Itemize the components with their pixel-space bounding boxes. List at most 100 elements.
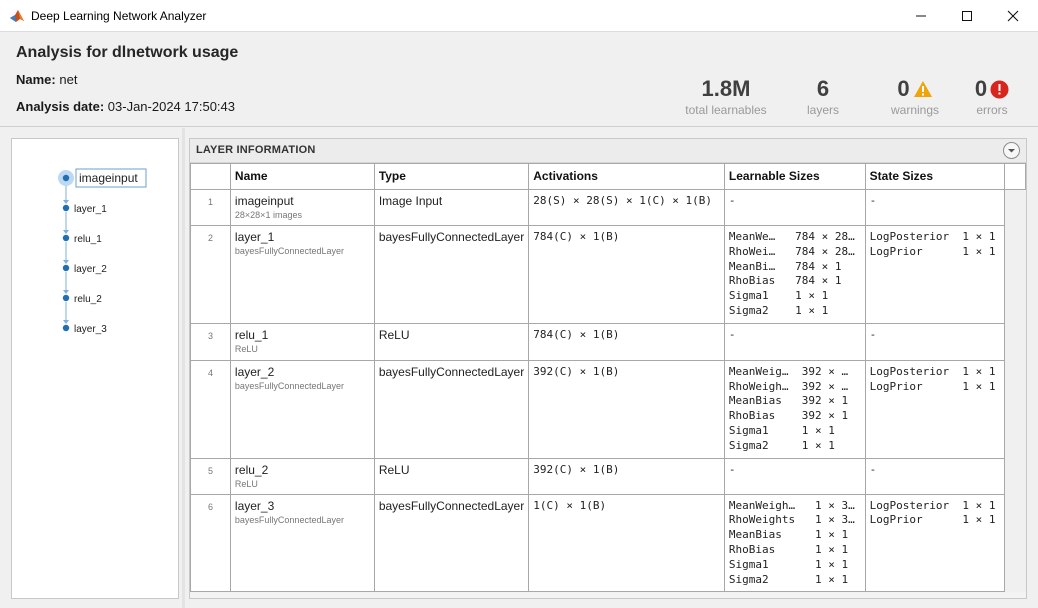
graph-node-label[interactable]: relu_1 bbox=[74, 234, 102, 245]
stat-warnings[interactable]: 0 warnings bbox=[885, 76, 945, 117]
title-bar: Deep Learning Network Analyzer bbox=[0, 0, 1038, 32]
row-index: 6 bbox=[190, 493, 231, 593]
network-name: Name: net bbox=[16, 72, 77, 87]
graph-node[interactable] bbox=[62, 204, 70, 212]
layer-activations: 784(C) × 1(B) bbox=[528, 322, 725, 361]
graph-node[interactable] bbox=[62, 234, 70, 242]
layer-state-sizes: - bbox=[864, 457, 1006, 495]
graph-node[interactable] bbox=[62, 294, 70, 302]
table-row[interactable]: 3 relu_1 ReLU ReLU 784(C) × 1(B) - - bbox=[190, 322, 1026, 361]
layer-type: Image Input bbox=[373, 189, 530, 226]
graph-edge-arrow bbox=[63, 320, 69, 324]
layer-learnable-sizes: MeanWe… 784 × 28… RhoWei… 784 × 28… Mean… bbox=[723, 225, 866, 324]
layer-learnable-sizes: MeanWeig… 392 × … RhoWeigh… 392 × … Mean… bbox=[723, 359, 866, 459]
layer-learnable-sizes: - bbox=[723, 457, 866, 495]
layer-subtitle: bayesFullyConnectedLayer bbox=[234, 380, 344, 391]
close-button[interactable] bbox=[990, 0, 1036, 31]
layer-subtitle: bayesFullyConnectedLayer bbox=[234, 246, 344, 256]
layer-information-panel: LAYER INFORMATION Name Type Activations … bbox=[189, 138, 1027, 599]
layer-name-cell: layer_3 bayesFullyConnectedLayer bbox=[229, 493, 375, 593]
maximize-button[interactable] bbox=[944, 0, 990, 31]
layer-type: bayesFullyConnectedLayer bbox=[373, 225, 530, 324]
learnables-count: 1.8M bbox=[701, 76, 751, 101]
network-graph[interactable]: imageinput layer_1 relu_1 layer_2 relu_2laye… bbox=[12, 139, 178, 598]
layer-name: imageinput bbox=[234, 194, 294, 208]
graph-edge-arrow bbox=[63, 200, 69, 204]
column-filler bbox=[1004, 189, 1026, 226]
column-filler bbox=[1004, 494, 1026, 592]
column-header-state-sizes[interactable]: State Sizes bbox=[864, 163, 1006, 190]
column-header-learnable-sizes[interactable]: Learnable Sizes bbox=[723, 163, 866, 190]
column-filler bbox=[1004, 323, 1026, 361]
layer-subtitle: ReLU bbox=[234, 478, 258, 489]
column-header-activations[interactable]: Activations bbox=[528, 163, 725, 190]
layer-state-sizes: LogPosterior 1 × 1 LogPrior 1 × 1 bbox=[864, 359, 1006, 459]
table-row[interactable]: 5 relu_2 ReLU ReLU 392(C) × 1(B) - - bbox=[190, 457, 1026, 495]
layer-activations: 392(C) × 1(B) bbox=[528, 359, 725, 459]
errors-count: 0 bbox=[974, 76, 988, 101]
table-row[interactable]: 4 layer_2 bayesFullyConnectedLayer bayesFul… bbox=[190, 359, 1026, 459]
layer-subtitle: bayesFullyConnectedLayer bbox=[234, 514, 344, 525]
layer-learnable-sizes: - bbox=[723, 189, 866, 226]
layer-name-cell: relu_1 ReLU bbox=[229, 322, 375, 361]
graph-node-label[interactable]: layer_2 bbox=[74, 264, 107, 275]
layer-learnable-sizes: - bbox=[723, 322, 866, 361]
error-icon bbox=[990, 80, 1009, 98]
column-filler bbox=[1004, 225, 1026, 324]
warning-icon bbox=[913, 81, 932, 97]
network-graph-panel[interactable]: imageinput layer_1 relu_1 layer_2 relu_2laye… bbox=[11, 138, 179, 599]
stat-total-learnables: 1.8M total learnables bbox=[680, 76, 772, 117]
window-title: Deep Learning Network Analyzer bbox=[31, 9, 207, 23]
row-index: 1 bbox=[190, 189, 231, 226]
warnings-count: 0 bbox=[897, 76, 910, 101]
close-icon bbox=[1007, 10, 1019, 21]
graph-node[interactable] bbox=[62, 264, 70, 272]
layer-state-sizes: LogPosterior 1 × 1 LogPrior 1 × 1 bbox=[864, 225, 1006, 324]
warnings-label: warnings bbox=[890, 103, 940, 117]
table-row[interactable]: 1 imageinput 28×28×1 images Image Input 28(S… bbox=[190, 189, 1026, 226]
graph-node[interactable] bbox=[62, 174, 70, 182]
date-value: 03-Jan-2024 17:50:43 bbox=[107, 99, 235, 114]
layer-name: layer_3 bbox=[234, 498, 275, 513]
name-value: net bbox=[59, 72, 78, 87]
section-title: LAYER INFORMATION bbox=[196, 144, 316, 156]
collapse-button[interactable] bbox=[1003, 142, 1020, 159]
layer-type: bayesFullyConnectedLayer bbox=[373, 493, 530, 593]
graph-node-label[interactable]: relu_2 bbox=[74, 294, 102, 305]
layers-label: layers bbox=[806, 103, 839, 117]
minimize-button[interactable] bbox=[898, 0, 944, 31]
graph-node-label[interactable]: layer_3 bbox=[74, 324, 107, 335]
layer-subtitle: 28×28×1 images bbox=[234, 210, 302, 220]
name-label: Name: bbox=[16, 72, 56, 87]
graph-edge-arrow bbox=[63, 230, 69, 234]
layers-count: 6 bbox=[816, 76, 830, 101]
graph-node-label[interactable]: imageinput bbox=[79, 171, 138, 185]
graph-node[interactable] bbox=[62, 324, 70, 332]
column-header-type[interactable]: Type bbox=[373, 163, 530, 190]
graph-node-label[interactable]: layer_1 bbox=[74, 204, 107, 215]
layer-activations: 28(S) × 28(S) × 1(C) × 1(B) bbox=[528, 189, 725, 226]
panel-splitter[interactable] bbox=[182, 128, 185, 608]
analysis-header: Analysis for dlnetwork usage Name: net A… bbox=[0, 32, 1038, 127]
layer-name: relu_1 bbox=[234, 327, 269, 342]
page-title: Analysis for dlnetwork usage bbox=[16, 44, 239, 61]
layer-name-cell: relu_2 ReLU bbox=[229, 457, 375, 495]
graph-edge-arrow bbox=[63, 260, 69, 264]
layer-name-cell: imageinput 28×28×1 images bbox=[229, 189, 375, 226]
column-header-name[interactable]: Name bbox=[229, 163, 375, 190]
layer-type: bayesFullyConnectedLayer bbox=[373, 359, 530, 459]
layer-type: ReLU bbox=[373, 457, 530, 495]
layer-activations: 392(C) × 1(B) bbox=[528, 457, 725, 495]
learnables-label: total learnables bbox=[685, 103, 767, 117]
column-header-index bbox=[190, 163, 231, 190]
matlab-logo-icon bbox=[10, 10, 24, 22]
horizontal-scrollbar[interactable] bbox=[190, 592, 1026, 598]
table-row[interactable]: 6 layer_3 bayesFullyConnectedLayer bayesFul… bbox=[190, 493, 1026, 593]
graph-edge-arrow bbox=[63, 290, 69, 294]
row-index: 2 bbox=[190, 225, 231, 324]
layer-name-cell: layer_1 bayesFullyConnectedLayer bbox=[229, 225, 375, 324]
layer-state-sizes: LogPosterior 1 × 1 LogPrior 1 × 1 bbox=[864, 493, 1006, 593]
stat-errors[interactable]: 0 errors bbox=[968, 76, 1016, 117]
layer-type: ReLU bbox=[373, 322, 530, 361]
table-row[interactable]: 2 layer_1 bayesFullyConnectedLayer bayesFul… bbox=[190, 225, 1026, 324]
